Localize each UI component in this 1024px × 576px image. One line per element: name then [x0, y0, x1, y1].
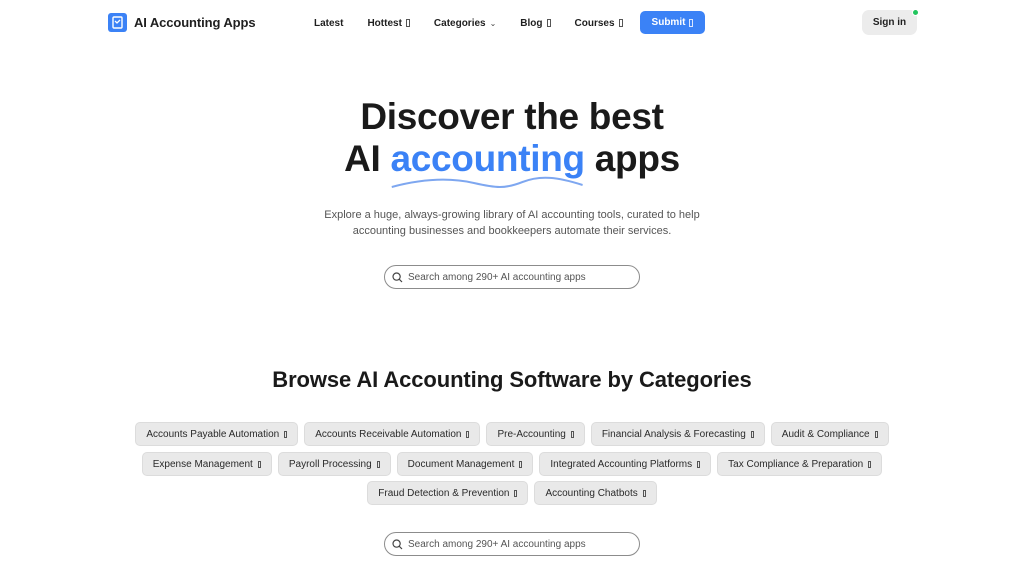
category-chip-accounts-payable-automation[interactable]: Accounts Payable Automation: [135, 422, 299, 446]
external-link-icon: [618, 19, 623, 27]
online-status-dot: [912, 9, 919, 16]
logo-icon: [108, 13, 127, 32]
category-chip-label: Expense Management: [152, 458, 253, 470]
nav-item-label: Blog: [520, 17, 543, 29]
hero-search-input[interactable]: [408, 271, 628, 283]
chevron-down-icon: ⌄: [489, 18, 497, 28]
top-navbar: AI Accounting Apps Latest Hottest Catego…: [0, 0, 1024, 46]
category-chip-label: Tax Compliance & Preparation: [728, 458, 864, 470]
submit-label: Submit: [651, 17, 686, 28]
squiggle-underline-icon: [392, 176, 584, 188]
category-chip-label: Financial Analysis & Forecasting: [601, 428, 746, 440]
hero-subtitle: Explore a huge, always-growing library o…: [324, 209, 700, 237]
external-link-icon: [689, 18, 694, 27]
category-chip-pre-accounting[interactable]: Pre-Accounting: [486, 422, 585, 446]
category-chip-audit-compliance[interactable]: Audit & Compliance: [770, 422, 889, 446]
category-chip-row: Fraud Detection & Prevention Accounting …: [0, 481, 1024, 505]
external-link-icon: [570, 430, 574, 438]
search-icon: [392, 538, 403, 549]
category-chip-label: Accounts Payable Automation: [146, 428, 280, 440]
nav-item-label: Categories: [433, 17, 486, 29]
sign-in-label: Sign in: [872, 17, 907, 28]
hero-search-box[interactable]: [384, 265, 640, 289]
nav-item-label: Latest: [314, 17, 344, 29]
category-chip-accounts-receivable-automation[interactable]: Accounts Receivable Automation: [304, 422, 481, 446]
category-chip-label: Fraud Detection & Prevention: [378, 487, 510, 499]
category-chip-label: Integrated Accounting Platforms: [550, 458, 693, 470]
hero-title-post: apps: [584, 138, 680, 179]
category-chip-label: Audit & Compliance: [781, 428, 870, 440]
external-link-icon: [750, 430, 754, 438]
external-link-icon: [405, 19, 410, 27]
sign-in-button[interactable]: Sign in: [862, 10, 917, 35]
category-chip-label: Document Management: [407, 458, 515, 470]
external-link-icon: [642, 489, 646, 497]
hero-title-accent-text: accounting: [390, 138, 585, 179]
category-chip-payroll-processing[interactable]: Payroll Processing: [277, 452, 391, 476]
search-icon: [392, 271, 403, 282]
external-link-icon: [868, 460, 872, 468]
category-chip-document-management[interactable]: Document Management: [396, 452, 534, 476]
nav-item-hottest[interactable]: Hottest: [367, 17, 410, 29]
hero-title-line1: Discover the best: [360, 96, 664, 137]
hero-title-pre: AI: [344, 138, 391, 179]
nav-item-courses[interactable]: Courses: [575, 18, 623, 29]
categories-title: Browse AI Accounting Software by Categor…: [272, 367, 752, 392]
category-chip-fraud-detection-prevention[interactable]: Fraud Detection & Prevention: [367, 481, 529, 505]
category-chip-tax-compliance-preparation[interactable]: Tax Compliance & Preparation: [717, 452, 883, 476]
category-chip-label: Pre-Accounting: [497, 428, 566, 440]
category-chip-accounting-chatbots[interactable]: Accounting Chatbots: [534, 481, 657, 505]
nav-item-blog[interactable]: Blog: [520, 17, 551, 29]
external-link-icon: [519, 460, 523, 468]
category-chip-row: Expense Management Payroll Processing Do…: [0, 452, 1024, 476]
category-chip-expense-management[interactable]: Expense Management: [141, 452, 272, 476]
category-chip-integrated-accounting-platforms[interactable]: Integrated Accounting Platforms: [539, 452, 712, 476]
external-link-icon: [376, 460, 380, 468]
nav-item-label: Courses: [574, 17, 615, 29]
hero-title: Discover the best AI accounting apps: [0, 96, 1024, 188]
external-link-icon: [546, 19, 551, 27]
external-link-icon: [466, 430, 470, 438]
category-chip-financial-analysis-forecasting[interactable]: Financial Analysis & Forecasting: [590, 422, 765, 446]
category-chip-label: Accounting Chatbots: [545, 487, 638, 499]
category-chip-label: Payroll Processing: [288, 458, 372, 470]
bottom-search-box[interactable]: [384, 532, 640, 556]
bottom-search-input[interactable]: [408, 538, 628, 550]
submit-button[interactable]: Submit: [640, 11, 705, 34]
site-logo[interactable]: AI Accounting Apps: [108, 13, 256, 32]
external-link-icon: [284, 430, 288, 438]
hero-title-accent: accounting: [390, 138, 585, 188]
nav-links: Latest Hottest Categories ⌄ Blog Courses: [314, 11, 647, 35]
brand-name: AI Accounting Apps: [134, 15, 256, 30]
external-link-icon: [257, 460, 261, 468]
external-link-icon: [697, 460, 701, 468]
external-link-icon: [874, 430, 878, 438]
category-chip-label: Accounts Receivable Automation: [315, 428, 462, 440]
nav-item-categories[interactable]: Categories ⌄: [434, 18, 496, 29]
category-chip-row: Accounts Payable Automation Accounts Rec…: [0, 422, 1024, 446]
nav-item-latest[interactable]: Latest: [314, 18, 343, 29]
external-link-icon: [514, 489, 518, 497]
nav-item-label: Hottest: [367, 17, 402, 29]
